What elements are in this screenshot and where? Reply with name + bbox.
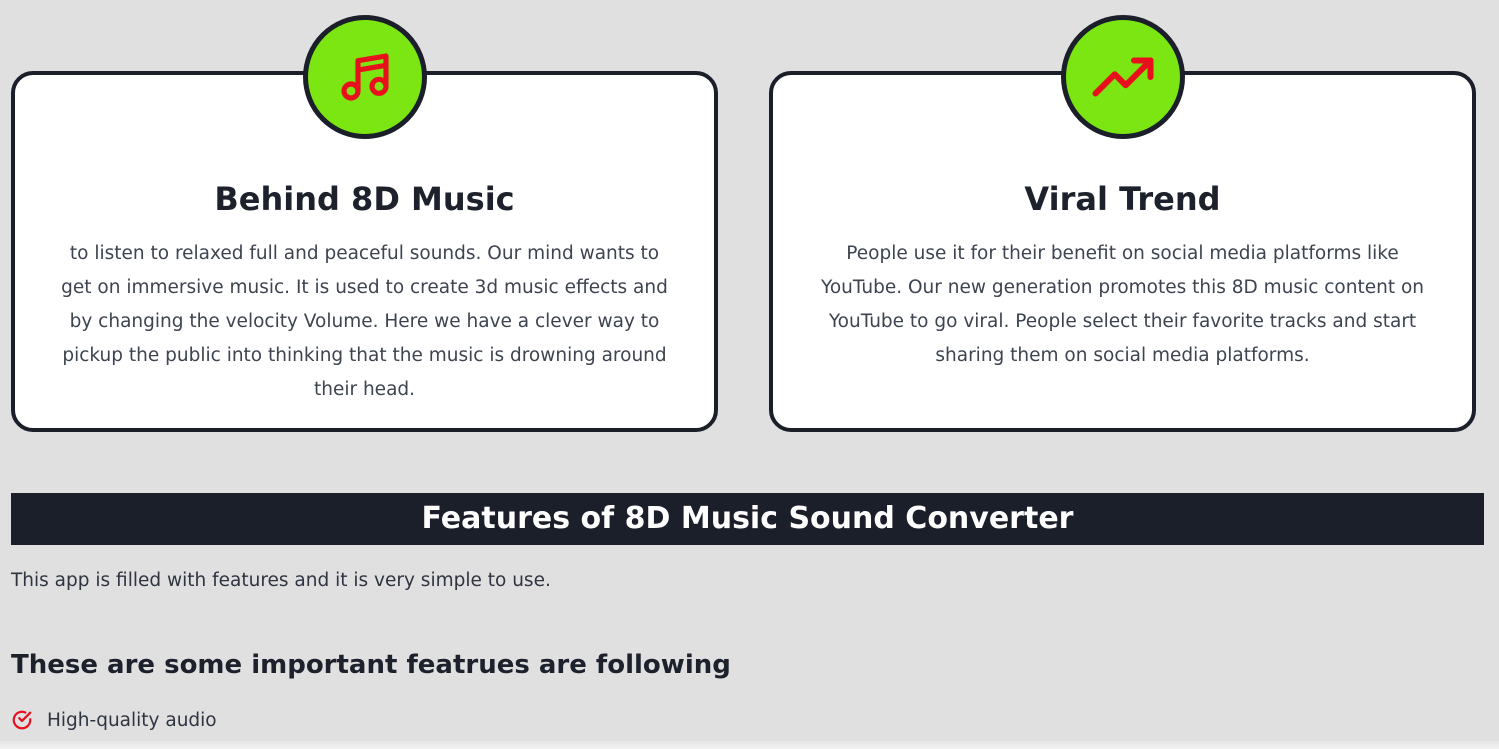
card-description: to listen to relaxed full and peaceful s… <box>61 243 668 400</box>
features-subheading: These are some important featrues are fo… <box>11 650 731 680</box>
check-circle-icon <box>11 709 33 731</box>
features-banner-heading: Features of 8D Music Sound Converter <box>11 493 1484 545</box>
card-title: Viral Trend <box>1024 180 1221 218</box>
card-description: People use it for their benefit on socia… <box>821 243 1424 366</box>
trending-up-icon <box>1091 57 1154 97</box>
list-item: High-quality audio <box>11 704 217 736</box>
page-bottom-edge <box>0 741 1499 749</box>
music-badge <box>302 15 427 139</box>
viral-trend-card: Viral Trend People use it for their bene… <box>769 15 1476 432</box>
feature-label: High-quality audio <box>47 709 217 731</box>
feature-list: High-quality audio <box>11 704 217 736</box>
behind-8d-music-card: Behind 8D Music to listen to relaxed ful… <box>11 15 718 432</box>
trend-badge <box>1060 15 1185 139</box>
music-note-icon <box>340 53 389 101</box>
card-title: Behind 8D Music <box>214 180 515 218</box>
features-intro-text: This app is filled with features and it … <box>11 570 551 591</box>
